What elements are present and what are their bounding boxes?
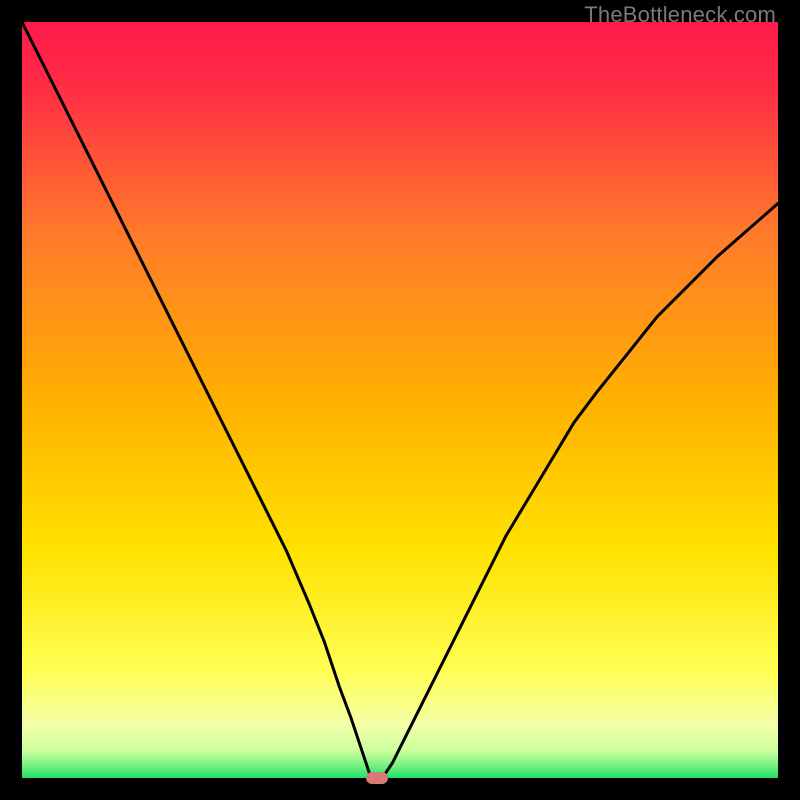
optimum-marker <box>366 772 388 784</box>
bottleneck-plot <box>22 22 778 778</box>
watermark-text: TheBottleneck.com <box>584 2 776 28</box>
gradient-background <box>22 22 778 778</box>
chart-frame <box>22 22 778 778</box>
